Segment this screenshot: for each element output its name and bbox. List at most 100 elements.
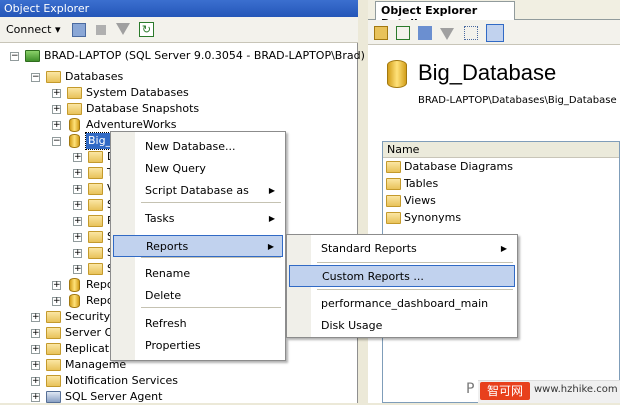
- submenu-item[interactable]: Disk Usage: [289, 315, 515, 337]
- folder-icon: [88, 167, 103, 179]
- sync-icon[interactable]: [418, 26, 432, 40]
- expand-toggle[interactable]: +: [52, 281, 61, 290]
- tree-node[interactable]: Databases: [65, 69, 123, 85]
- expand-toggle[interactable]: +: [52, 121, 61, 130]
- menu-item[interactable]: New Database...: [113, 136, 283, 158]
- menu-item-label: Properties: [145, 339, 201, 352]
- list-view-icon[interactable]: [464, 26, 478, 40]
- expand-toggle[interactable]: +: [73, 217, 82, 226]
- list-item-label: Tables: [404, 177, 439, 190]
- menu-separator: [317, 289, 513, 290]
- expand-toggle[interactable]: +: [73, 201, 82, 210]
- menu-separator: [141, 202, 281, 203]
- details-toolbar: [368, 20, 620, 45]
- expand-toggle[interactable]: +: [31, 361, 40, 370]
- menu-item[interactable]: Reports ▶: [113, 235, 283, 257]
- submenu-item[interactable]: Custom Reports ...: [289, 265, 515, 287]
- expand-toggle[interactable]: −: [52, 137, 61, 146]
- expand-toggle[interactable]: +: [31, 329, 40, 338]
- folder-icon: [88, 231, 103, 243]
- expand-toggle[interactable]: +: [31, 313, 40, 322]
- expand-toggle[interactable]: +: [31, 377, 40, 386]
- expand-toggle[interactable]: −: [31, 73, 40, 82]
- menu-item-label: Script Database as: [145, 184, 249, 197]
- folder-icon: [88, 151, 103, 163]
- folder-icon: [386, 212, 401, 224]
- up-icon[interactable]: [374, 26, 388, 40]
- folder-icon: [46, 327, 61, 339]
- database-icon: [69, 134, 80, 148]
- watermark-logo: 智可网: [480, 382, 530, 400]
- folder-icon: [88, 247, 103, 259]
- expand-toggle[interactable]: +: [52, 89, 61, 98]
- reports-submenu: Standard Reports ▶ Custom Reports ... perfo…: [286, 234, 518, 338]
- menu-item[interactable]: Refresh: [113, 313, 283, 335]
- server-icon: [25, 50, 40, 62]
- tree-node[interactable]: BRAD-LAPTOP (SQL Server 9.0.3054 - BRAD-…: [44, 48, 365, 64]
- stop-icon[interactable]: [96, 25, 106, 35]
- menu-item[interactable]: Properties: [113, 335, 283, 357]
- menu-item-label: Standard Reports: [321, 242, 417, 255]
- menu-item-label: New Query: [145, 162, 206, 175]
- expand-toggle[interactable]: +: [31, 393, 40, 402]
- folder-icon: [46, 343, 61, 355]
- expand-toggle[interactable]: +: [73, 233, 82, 242]
- list-item-label: Synonyms: [404, 211, 462, 224]
- expand-toggle[interactable]: +: [73, 265, 82, 274]
- submenu-arrow-icon: ▶: [268, 186, 275, 195]
- submenu-arrow-icon: ▶: [267, 242, 274, 251]
- folder-icon: [46, 311, 61, 323]
- submenu-item[interactable]: Standard Reports ▶: [289, 238, 515, 260]
- tree-node[interactable]: System Databases: [86, 85, 189, 101]
- menu-item[interactable]: Delete: [113, 285, 283, 307]
- tree-node[interactable]: Database Snapshots: [86, 101, 199, 117]
- disconnect-icon[interactable]: [72, 23, 86, 37]
- refresh-icon[interactable]: [396, 26, 410, 40]
- menu-item-label: Refresh: [145, 317, 187, 330]
- details-view-icon[interactable]: [486, 24, 504, 42]
- tree-node[interactable]: Security: [65, 309, 110, 325]
- folder-icon: [67, 87, 82, 99]
- menu-separator: [141, 257, 281, 258]
- filter-icon[interactable]: [116, 23, 130, 35]
- column-header-name[interactable]: Name: [383, 142, 619, 158]
- menu-item-label: Rename: [145, 267, 191, 280]
- filter-icon[interactable]: [440, 28, 454, 40]
- menu-item[interactable]: Tasks ▶: [113, 208, 283, 230]
- folder-icon: [386, 161, 401, 173]
- refresh-icon[interactable]: ↻: [139, 22, 154, 37]
- expand-toggle[interactable]: +: [73, 185, 82, 194]
- object-explorer-toolbar: Connect ▾ ↻: [0, 17, 358, 43]
- expand-toggle[interactable]: −: [10, 52, 19, 61]
- database-icon: [387, 60, 407, 88]
- menu-item-label: Custom Reports ...: [322, 270, 424, 283]
- folder-icon: [88, 263, 103, 275]
- expand-toggle[interactable]: +: [73, 249, 82, 258]
- menu-item[interactable]: Script Database as ▶: [113, 180, 283, 202]
- expand-toggle[interactable]: +: [73, 169, 82, 178]
- menu-item-label: New Database...: [145, 140, 236, 153]
- object-explorer-title: Object Explorer: [0, 0, 358, 17]
- tab-object-explorer-details[interactable]: Object Explorer Details: [375, 1, 515, 30]
- agent-icon: [46, 391, 61, 403]
- expand-toggle[interactable]: +: [52, 297, 61, 306]
- menu-item[interactable]: Rename: [113, 263, 283, 285]
- submenu-arrow-icon: ▶: [268, 214, 275, 223]
- folder-icon: [46, 71, 61, 83]
- list-item-label: Views: [404, 194, 436, 207]
- folder-icon: [67, 103, 82, 115]
- folder-icon: [386, 178, 401, 190]
- menu-item[interactable]: New Query: [113, 158, 283, 180]
- connect-button[interactable]: Connect ▾: [6, 21, 61, 39]
- details-path: BRAD-LAPTOP\Databases\Big_Database: [418, 95, 617, 106]
- expand-toggle[interactable]: +: [52, 105, 61, 114]
- menu-separator: [141, 307, 281, 308]
- menu-item-label: Disk Usage: [321, 319, 383, 332]
- folder-icon: [88, 215, 103, 227]
- submenu-item[interactable]: performance_dashboard_main: [289, 293, 515, 315]
- menu-item-label: Reports: [146, 240, 189, 253]
- submenu-arrow-icon: ▶: [500, 244, 507, 253]
- expand-toggle[interactable]: +: [31, 345, 40, 354]
- expand-toggle[interactable]: +: [73, 153, 82, 162]
- tree-node[interactable]: Notification Services: [65, 373, 178, 389]
